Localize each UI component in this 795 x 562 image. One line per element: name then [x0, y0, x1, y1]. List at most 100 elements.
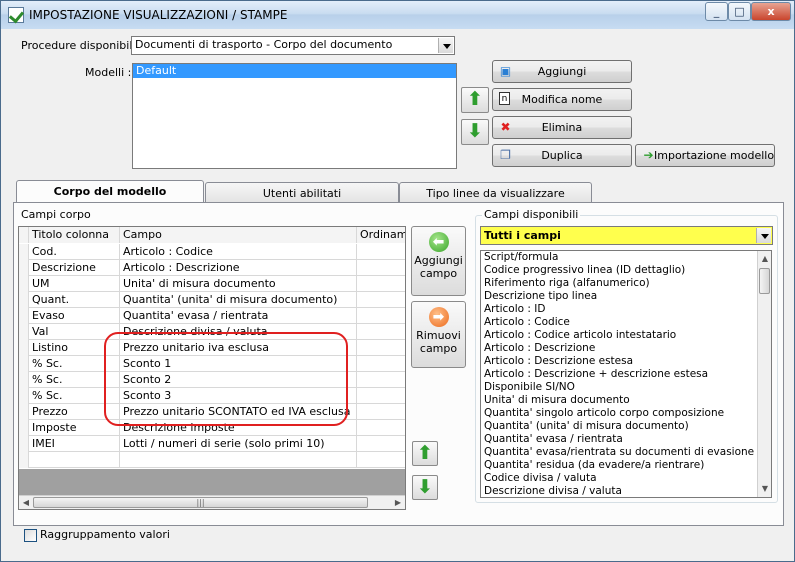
fields-filter-select[interactable]: Tutti i campi: [480, 226, 773, 245]
field-move-up-button[interactable]: ⬆: [412, 441, 438, 466]
minimize-button[interactable]: _: [705, 2, 728, 21]
list-item[interactable]: Articolo : Descrizione estesa: [481, 355, 771, 368]
tab-corpo-modello[interactable]: Corpo del modello: [16, 180, 204, 204]
chevron-down-icon[interactable]: [756, 228, 771, 243]
table-row[interactable]: Descrizione Articolo : Descrizione: [19, 260, 405, 276]
list-item[interactable]: Articolo : Descrizione + descrizione est…: [481, 368, 771, 381]
duplicate-model-button[interactable]: ❐ Duplica: [492, 144, 632, 167]
empty-cell[interactable]: [29, 452, 120, 468]
cell-order[interactable]: [357, 388, 405, 404]
row-header-cell[interactable]: [19, 260, 29, 276]
import-model-button[interactable]: ➔ Importazione modello: [635, 144, 775, 167]
grid-horizontal-scrollbar[interactable]: ◀ ||| ▶: [19, 495, 405, 509]
scroll-right-icon[interactable]: ▶: [392, 497, 404, 509]
cell-title[interactable]: Quant.: [29, 292, 120, 308]
table-row[interactable]: Evaso Quantita' evasa / rientrata: [19, 308, 405, 324]
remove-field-button[interactable]: ➡ Rimuovi campo: [411, 301, 466, 368]
scroll-thumb[interactable]: |||: [33, 497, 368, 508]
add-field-button[interactable]: ⬅ Aggiungi campo: [411, 226, 466, 296]
list-item[interactable]: Descrizione tipo linea: [481, 290, 771, 303]
add-model-button[interactable]: ▣ Aggiungi: [492, 60, 632, 83]
model-move-up-button[interactable]: ⬆: [461, 87, 489, 113]
list-item[interactable]: Unita' di misura documento: [481, 394, 771, 407]
cell-order[interactable]: [357, 292, 405, 308]
list-item[interactable]: Articolo : Codice articolo intestatario: [481, 329, 771, 342]
empty-cell[interactable]: [19, 452, 29, 468]
tab-utenti-abilitati[interactable]: Utenti abilitati: [205, 182, 399, 204]
cell-order[interactable]: [357, 372, 405, 388]
row-header-cell[interactable]: [19, 308, 29, 324]
delete-model-button[interactable]: ✖ Elimina: [492, 116, 632, 139]
list-item[interactable]: Codice progressivo linea (ID dettaglio): [481, 264, 771, 277]
procedure-select[interactable]: Documenti di trasporto - Corpo del docum…: [131, 36, 455, 55]
list-item[interactable]: Script/formula: [481, 251, 771, 264]
cell-order[interactable]: [357, 420, 405, 436]
list-item[interactable]: Disponibile SI/NO: [481, 381, 771, 394]
cell-order[interactable]: [357, 436, 405, 452]
cell-title[interactable]: Evaso: [29, 308, 120, 324]
list-item[interactable]: Codice divisa / valuta: [481, 472, 771, 485]
row-header-cell[interactable]: [19, 276, 29, 292]
cell-order[interactable]: [357, 324, 405, 340]
cell-field[interactable]: Articolo : Descrizione: [120, 260, 357, 276]
list-item[interactable]: Quantita' residua (da evadere/a rientrar…: [481, 459, 771, 472]
grouping-checkbox[interactable]: [24, 529, 37, 542]
model-item-default[interactable]: Default: [133, 64, 456, 78]
scroll-left-icon[interactable]: ◀: [20, 497, 32, 509]
cell-order[interactable]: [357, 356, 405, 372]
empty-cell[interactable]: [357, 452, 405, 468]
table-row[interactable]: UM Unita' di misura documento: [19, 276, 405, 292]
table-row[interactable]: Cod. Articolo : Codice: [19, 244, 405, 260]
list-item[interactable]: Quantita' evasa / rientrata: [481, 433, 771, 446]
row-header-cell[interactable]: [19, 388, 29, 404]
cell-title[interactable]: UM: [29, 276, 120, 292]
cell-order[interactable]: [357, 340, 405, 356]
row-header-cell[interactable]: [19, 356, 29, 372]
cell-field[interactable]: Articolo : Codice: [120, 244, 357, 260]
list-item[interactable]: Descrizione divisa / valuta: [481, 485, 771, 497]
cell-title[interactable]: Cod.: [29, 244, 120, 260]
table-row[interactable]: Quant. Quantita' (unita' di misura docume…: [19, 292, 405, 308]
cell-order[interactable]: [357, 308, 405, 324]
close-button[interactable]: x: [751, 2, 791, 21]
row-header-cell[interactable]: [19, 324, 29, 340]
field-move-down-button[interactable]: ⬇: [412, 475, 438, 500]
scroll-thumb[interactable]: [759, 268, 770, 294]
list-item[interactable]: Quantita' singolo articolo corpo composi…: [481, 407, 771, 420]
tab-tipo-linee[interactable]: Tipo linee da visualizzare: [399, 182, 592, 204]
title-bar[interactable]: IMPOSTAZIONE VISUALIZZAZIONI / STAMPE _ …: [1, 1, 794, 29]
maximize-button[interactable]: □: [728, 2, 751, 21]
list-item[interactable]: Articolo : Codice: [481, 316, 771, 329]
cell-title[interactable]: Imposte: [29, 420, 120, 436]
cell-field[interactable]: Lotti / numeri di serie (solo primi 10): [120, 436, 357, 452]
row-header-cell[interactable]: [19, 404, 29, 420]
rename-model-button[interactable]: n Modifica nome: [492, 88, 632, 111]
column-header-title[interactable]: Titolo colonna: [29, 227, 120, 243]
row-header-cell[interactable]: [19, 372, 29, 388]
row-header-cell[interactable]: [19, 436, 29, 452]
chevron-down-icon[interactable]: [438, 38, 453, 53]
row-header-cell[interactable]: [19, 292, 29, 308]
row-header-cell[interactable]: [19, 244, 29, 260]
list-item[interactable]: Quantita' evasa/rientrata su documenti d…: [481, 446, 771, 459]
cell-order[interactable]: [357, 260, 405, 276]
column-header-field[interactable]: Campo: [120, 227, 357, 243]
table-row-new[interactable]: [19, 452, 405, 468]
row-header-cell[interactable]: [19, 340, 29, 356]
table-row[interactable]: IMEI Lotti / numeri di serie (solo primi …: [19, 436, 405, 452]
column-header-order[interactable]: Ordinamen: [357, 227, 405, 243]
cell-field[interactable]: Quantita' evasa / rientrata: [120, 308, 357, 324]
list-item[interactable]: Articolo : Descrizione: [481, 342, 771, 355]
cell-field[interactable]: Quantita' (unita' di misura documento): [120, 292, 357, 308]
fields-vertical-scrollbar[interactable]: ▲ ▼: [757, 251, 771, 497]
available-fields-list[interactable]: Script/formula Codice progressivo linea (…: [480, 250, 772, 498]
row-header-cell[interactable]: [19, 420, 29, 436]
empty-cell[interactable]: [120, 452, 357, 468]
scroll-up-icon[interactable]: ▲: [759, 253, 771, 265]
list-item[interactable]: Articolo : ID: [481, 303, 771, 316]
list-item[interactable]: Quantita' (unita' di misura documento): [481, 420, 771, 433]
scroll-down-icon[interactable]: ▼: [759, 483, 771, 495]
cell-order[interactable]: [357, 244, 405, 260]
models-list[interactable]: Default: [132, 63, 457, 169]
model-move-down-button[interactable]: ⬇: [461, 119, 489, 145]
